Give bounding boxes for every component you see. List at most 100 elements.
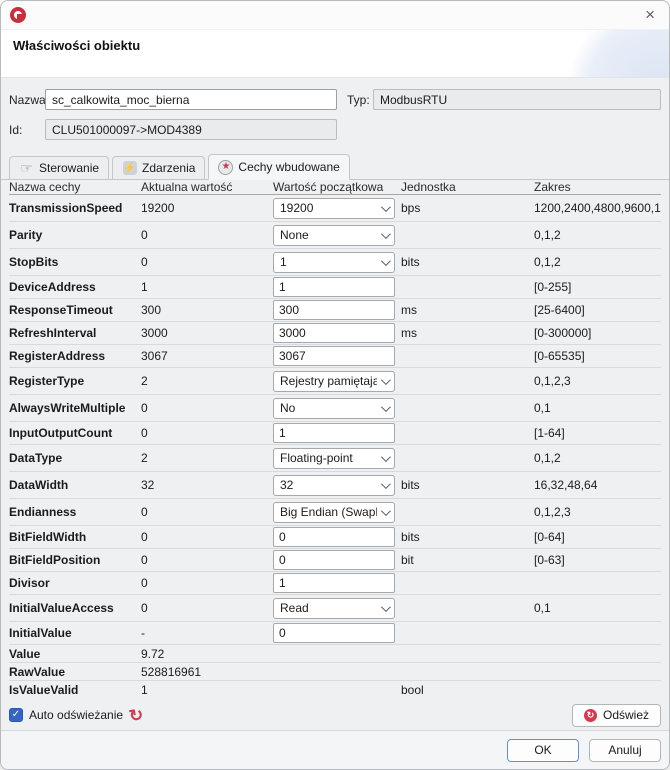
range-value: [25-6400] <box>534 303 585 317</box>
feature-name: BitFieldWidth <box>9 530 87 544</box>
refresh-button-label: Odśwież <box>602 708 649 722</box>
current-value: 19200 <box>141 201 175 215</box>
initial-value-dropdown[interactable]: 32 <box>273 474 395 496</box>
initial-value-input[interactable] <box>273 323 395 343</box>
initial-value-dropdown[interactable]: Floating-point <box>273 447 395 469</box>
initial-value-dropdown[interactable]: 19200 <box>273 197 395 219</box>
column-header-name: Nazwa cechy <box>9 180 81 194</box>
page-title: Właściwości obiektu <box>13 38 141 53</box>
type-field: ModbusRTU <box>373 89 661 110</box>
chevron-down-icon <box>380 255 391 266</box>
star-icon: ★ <box>218 159 234 175</box>
range-value: [0-255] <box>534 280 572 294</box>
refresh-button[interactable]: ↻ Odśwież <box>571 703 661 727</box>
current-value: 528816961 <box>141 664 202 679</box>
current-value: 0 <box>141 530 148 544</box>
range-value: [1-64] <box>534 426 565 440</box>
chevron-down-icon <box>380 374 391 385</box>
cancel-button[interactable]: Anuluj <box>589 738 661 762</box>
initial-value-cell <box>273 323 401 343</box>
column-header-initial: Wartość początkowa <box>273 180 384 194</box>
ok-button[interactable]: OK <box>507 738 579 762</box>
type-label: Typ: <box>347 92 370 107</box>
initial-value-dropdown[interactable]: None <box>273 224 395 246</box>
feature-name: DataWidth <box>9 478 69 492</box>
table-row: RawValue 528816961 <box>9 663 661 681</box>
initial-value-dropdown[interactable]: Rejestry pamiętające (ho <box>273 370 395 392</box>
feature-name: BitFieldPosition <box>9 553 101 567</box>
tab-sterowanie[interactable]: ☞ Sterowanie <box>9 156 110 179</box>
feature-name: ResponseTimeout <box>9 303 113 317</box>
table-row: Value 9.72 <box>9 645 661 663</box>
chevron-down-icon <box>380 401 391 412</box>
range-value: 0,1,2 <box>534 228 561 242</box>
initial-value-cell: Floating-point <box>273 447 401 469</box>
form-row-name-type: Nazwa: Typ: ModbusRTU <box>9 89 661 110</box>
table-body: TransmissionSpeed 19200 19200 bps 1200,2400,… <box>9 195 661 698</box>
current-value: 3000 <box>141 326 168 340</box>
initial-value-dropdown[interactable]: No <box>273 397 395 419</box>
chevron-down-icon <box>380 201 391 212</box>
initial-value-input[interactable] <box>273 550 395 570</box>
name-input[interactable] <box>45 89 337 110</box>
initial-value-dropdown[interactable]: Read <box>273 597 395 619</box>
features-table: Nazwa cechy Aktualna wartość Wartość poc… <box>1 180 669 698</box>
unit-value: ms <box>401 303 417 317</box>
id-label: Id: <box>9 122 23 137</box>
current-value: 1 <box>141 280 148 294</box>
initial-value-input[interactable] <box>273 573 395 593</box>
unit-value: bit <box>401 553 414 567</box>
initial-value-cell: 32 <box>273 474 401 496</box>
initial-value-cell <box>273 346 401 366</box>
initial-value-input[interactable] <box>273 423 395 443</box>
initial-value-cell <box>273 573 401 593</box>
initial-value-input[interactable] <box>273 346 395 366</box>
close-icon[interactable]: × <box>643 6 657 23</box>
table-row: Endianness 0 Big Endian (SwapBytesAr 0,1,2,… <box>9 499 661 526</box>
chevron-down-icon <box>380 451 391 462</box>
initial-value-dropdown[interactable]: 1 <box>273 251 395 273</box>
tab-label: Cechy wbudowane <box>238 160 340 174</box>
current-value: 9.72 <box>141 646 165 661</box>
unit-value: bits <box>401 478 420 492</box>
current-value: 300 <box>141 303 162 317</box>
auto-refresh-group: ✓ Auto odświeżanie ↻ <box>9 704 145 726</box>
current-value: 2 <box>141 374 148 388</box>
table-row: BitFieldPosition 0 bit [0-63] <box>9 549 661 572</box>
table-row: InputOutputCount 0 [1-64] <box>9 422 661 445</box>
header-gradient-decoration <box>559 30 669 77</box>
chevron-down-icon <box>380 601 391 612</box>
initial-value-cell: 1 <box>273 251 401 273</box>
initial-value-input[interactable] <box>273 623 395 643</box>
table-row: StopBits 0 1 bits 0,1,2 <box>9 249 661 276</box>
feature-name: Endianness <box>9 505 77 519</box>
table-row: InitialValue - <box>9 622 661 645</box>
range-value: 1200,2400,4800,9600,19200,3840 <box>534 201 661 215</box>
initial-value-input[interactable] <box>273 300 395 320</box>
initial-value-cell <box>273 423 401 443</box>
feature-name: InputOutputCount <box>9 426 113 440</box>
initial-value-input[interactable] <box>273 277 395 297</box>
current-value: 0 <box>141 576 148 590</box>
initial-value-cell <box>273 623 401 643</box>
range-value: 0,1,2 <box>534 255 561 269</box>
current-value: 0 <box>141 426 148 440</box>
auto-refresh-checkbox[interactable]: ✓ <box>9 708 23 722</box>
feature-name: InitialValueAccess <box>9 601 114 615</box>
tab-cechy-wbudowane[interactable]: ★ Cechy wbudowane <box>208 154 350 180</box>
table-row: Parity 0 None 0,1,2 <box>9 222 661 249</box>
initial-value-cell: No <box>273 397 401 419</box>
range-value: [0-64] <box>534 530 565 544</box>
table-row: RegisterType 2 Rejestry pamiętające (ho 0,1… <box>9 368 661 395</box>
range-value: [0-63] <box>534 553 565 567</box>
initial-value-input[interactable] <box>273 527 395 547</box>
current-value: 32 <box>141 478 155 492</box>
table-row: DataWidth 32 32 bits 16,32,48,64 <box>9 472 661 499</box>
table-row: BitFieldWidth 0 bits [0-64] <box>9 526 661 549</box>
tab-zdarzenia[interactable]: ⚡ Zdarzenia <box>112 156 206 179</box>
current-value: 3067 <box>141 349 168 363</box>
initial-value-dropdown[interactable]: Big Endian (SwapBytesAr <box>273 501 395 523</box>
column-header-unit: Jednostka <box>401 180 456 194</box>
feature-name: Value <box>9 646 41 661</box>
feature-name: Parity <box>9 228 43 242</box>
